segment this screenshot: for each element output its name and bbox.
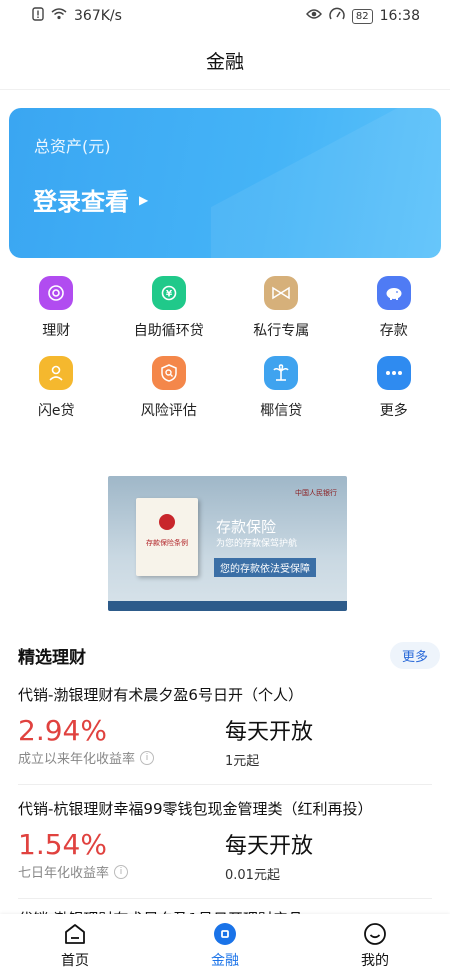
product-min-amount: 1元起	[225, 754, 260, 769]
clock: 16:38	[379, 8, 420, 24]
tab-home[interactable]: 首页	[0, 914, 150, 975]
book-title: 存款保险条例	[146, 539, 188, 547]
divider	[18, 784, 432, 785]
loan-cycle-icon: ¥	[151, 276, 186, 310]
product-term: 每天开放	[225, 834, 314, 859]
chevron-right-icon: ▶	[139, 192, 149, 207]
menu-label: 风险评估	[140, 403, 197, 419]
palm-loan-icon	[264, 356, 299, 390]
bottom-tab-bar: 首页 金融 我的	[0, 914, 450, 975]
rate-label-group: 七日年化收益率 i	[18, 862, 129, 881]
finance-tab-icon	[213, 922, 237, 946]
eye-icon	[305, 8, 322, 24]
piggy-bank-icon	[376, 276, 411, 310]
login-label: 登录查看	[33, 188, 129, 216]
smile-icon	[363, 922, 387, 946]
menu-item-palm-loan[interactable]: 椰信贷	[225, 356, 338, 436]
rate-label-group: 成立以来年化收益率 i	[18, 748, 155, 767]
flash-loan-icon	[39, 356, 74, 390]
product-rate: 2.94%	[18, 714, 107, 747]
login-to-view-button[interactable]: 登录查看 ▶	[33, 182, 148, 217]
tab-label: 首页	[61, 953, 89, 969]
menu-label: 更多	[379, 403, 408, 419]
banner-headline: 存款保险	[216, 518, 277, 536]
page-title: 金融	[0, 32, 450, 90]
menu-item-deposit[interactable]: 存款	[338, 276, 450, 356]
menu-label: 自助循环贷	[133, 323, 204, 339]
private-bank-icon	[264, 276, 299, 310]
pboc-logo-text: 中国人民银行	[295, 489, 337, 497]
banner-tagline: 您的存款依法受保障	[214, 558, 316, 577]
menu-item-flash-loan[interactable]: 闪e贷	[0, 356, 113, 436]
more-button[interactable]: 更多	[389, 642, 440, 669]
tab-finance[interactable]: 金融	[150, 914, 300, 975]
divider	[18, 898, 432, 899]
tab-label: 金融	[211, 953, 239, 969]
asset-card: 总资产(元) 登录查看 ▶	[9, 108, 441, 258]
menu-item-private-bank[interactable]: 私行专属	[225, 276, 338, 356]
more-icon	[376, 356, 411, 390]
national-emblem-icon	[159, 514, 175, 530]
menu-item-revolving-loan[interactable]: ¥ 自助循环贷	[113, 276, 226, 356]
product-card[interactable]: 代销-渤银理财有术晨夕盈6号日开（个人） 2.94% 成立以来年化收益率 i 每…	[18, 684, 432, 776]
product-name: 代销-渤银理财有术晨夕盈6号日开（个人）	[18, 686, 303, 704]
menu-label: 理财	[42, 323, 71, 339]
alert-icon	[32, 7, 44, 25]
product-term: 每天开放	[225, 720, 314, 745]
wifi-icon	[51, 8, 67, 24]
section-title: 精选理财	[18, 648, 86, 668]
featured-header: 精选理财 更多	[18, 642, 440, 669]
product-rate: 1.54%	[18, 828, 107, 861]
card-decoration	[211, 108, 441, 258]
total-assets-label: 总资产(元)	[34, 137, 111, 156]
regulation-book-image: 存款保险条例	[136, 498, 198, 576]
rate-label: 成立以来年化收益率	[18, 752, 136, 767]
menu-item-finance[interactable]: 理财	[0, 276, 113, 356]
home-icon	[63, 922, 87, 946]
rate-label: 七日年化收益率	[18, 866, 110, 881]
product-min-amount: 0.01元起	[225, 868, 280, 883]
quick-menu: 理财 ¥ 自助循环贷 私行专属 存款 闪e贷 风险评估 椰信贷 更多	[0, 276, 450, 436]
product-name: 代销-杭银理财幸福99零钱包现金管理类（红利再投）	[18, 800, 373, 818]
banner-bottom-bar	[108, 601, 347, 611]
battery-indicator: 82	[351, 8, 373, 24]
tab-label: 我的	[361, 953, 389, 969]
menu-item-more[interactable]: 更多	[338, 356, 450, 436]
info-icon[interactable]: i	[114, 864, 129, 879]
deposit-insurance-banner[interactable]: 存款保险条例 中国人民银行 存款保险 为您的存款保驾护航 您的存款依法受保障	[108, 476, 347, 611]
net-speed: 367K/s	[74, 8, 122, 24]
menu-label: 椰信贷	[260, 403, 303, 419]
menu-label: 闪e贷	[37, 403, 75, 419]
menu-label: 存款	[379, 323, 408, 339]
risk-assess-icon	[151, 356, 186, 390]
banner-subline: 为您的存款保驾护航	[216, 539, 298, 549]
svg-text:¥: ¥	[166, 290, 173, 300]
menu-item-risk-assessment[interactable]: 风险评估	[113, 356, 226, 436]
menu-label: 私行专属	[253, 323, 310, 339]
product-card[interactable]: 代销-杭银理财幸福99零钱包现金管理类（红利再投） 1.54% 七日年化收益率 …	[18, 798, 432, 890]
speedometer-icon	[329, 7, 345, 25]
finance-icon	[39, 276, 74, 310]
tab-mine[interactable]: 我的	[300, 914, 450, 975]
status-bar: 367K/s 82 16:38	[0, 0, 450, 32]
info-icon[interactable]: i	[140, 750, 155, 765]
